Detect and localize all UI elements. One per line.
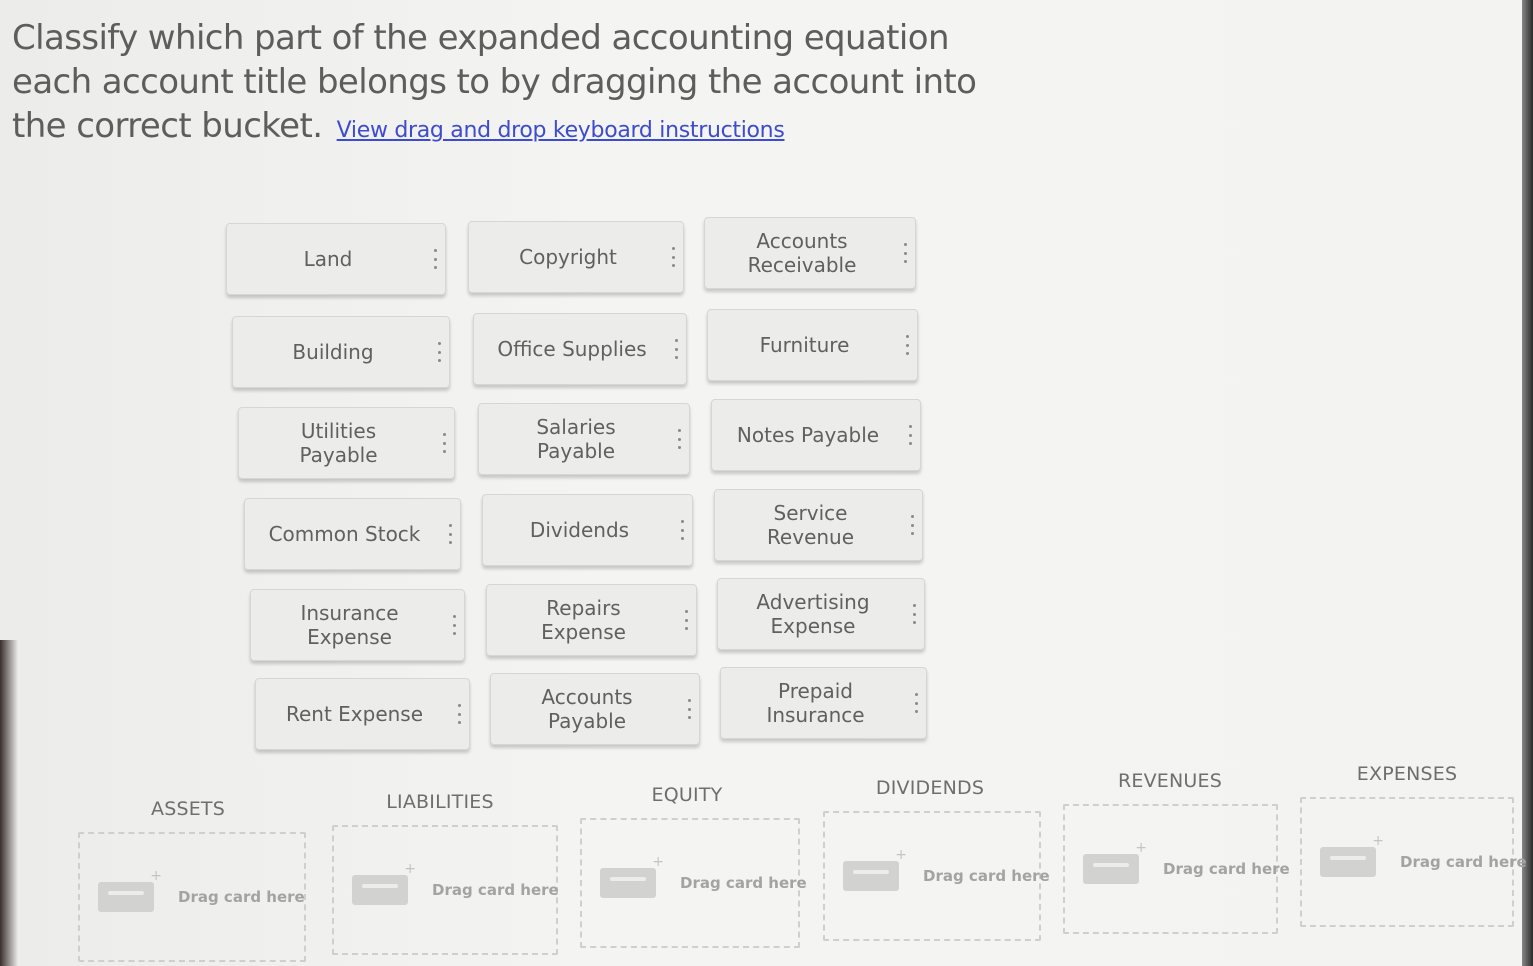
instructions: Classify which part of the expanded acco… bbox=[12, 16, 1012, 153]
drag-handle-icon[interactable] bbox=[437, 342, 441, 362]
add-card-icon bbox=[600, 854, 664, 898]
drag-handle-icon[interactable] bbox=[687, 699, 691, 719]
bucket-title-assets: ASSETS bbox=[151, 798, 225, 820]
account-card-insurance-expense[interactable]: Insurance Expense bbox=[250, 589, 465, 661]
card-label: Accounts Receivable bbox=[747, 229, 857, 277]
account-card-common-stock[interactable]: Common Stock bbox=[244, 498, 461, 570]
drag-handle-icon[interactable] bbox=[912, 604, 916, 624]
account-card-rent-expense[interactable]: Rent Expense bbox=[255, 678, 470, 750]
card-label: Accounts Payable bbox=[541, 685, 633, 733]
card-label: Rent Expense bbox=[285, 702, 424, 726]
card-label: Advertising Expense bbox=[756, 590, 870, 638]
card-label: Service Revenue bbox=[766, 501, 855, 549]
dropzone-expenses[interactable]: Drag card here bbox=[1300, 797, 1527, 927]
card-label: Utilities Payable bbox=[299, 419, 378, 467]
account-card-salaries-payable[interactable]: Salaries Payable bbox=[478, 403, 690, 475]
screen-bezel-left bbox=[0, 640, 18, 966]
drag-handle-icon[interactable] bbox=[908, 425, 912, 445]
dropzone-dividends[interactable]: Drag card here bbox=[823, 811, 1050, 941]
dropzone-hint: Drag card here bbox=[98, 868, 305, 912]
account-card-dividends[interactable]: Dividends bbox=[482, 494, 693, 566]
drag-handle-icon[interactable] bbox=[433, 249, 437, 269]
bucket-title-expenses: EXPENSES bbox=[1356, 763, 1458, 785]
dropzone-hint-text: Drag card here bbox=[432, 881, 559, 899]
screen-bezel-right bbox=[1522, 0, 1533, 966]
drag-handle-icon[interactable] bbox=[905, 335, 909, 355]
drag-handle-icon[interactable] bbox=[452, 615, 456, 635]
drag-handle-icon[interactable] bbox=[442, 433, 446, 453]
account-card-copyright[interactable]: Copyright bbox=[468, 221, 684, 293]
card-label: Prepaid Insurance bbox=[766, 679, 865, 727]
card-label: Common Stock bbox=[268, 522, 421, 546]
card-label: Repairs Expense bbox=[541, 596, 626, 644]
dropzone-hint: Drag card here bbox=[1320, 833, 1527, 877]
add-card-icon bbox=[98, 868, 162, 912]
dropzone-hint-text: Drag card here bbox=[680, 874, 807, 892]
dropzone-hint-text: Drag card here bbox=[1400, 853, 1527, 871]
account-card-service-revenue[interactable]: Service Revenue bbox=[714, 489, 923, 561]
drag-handle-icon[interactable] bbox=[680, 520, 684, 540]
account-card-accounts-payable[interactable]: Accounts Payable bbox=[490, 673, 700, 745]
card-label: Insurance Expense bbox=[300, 601, 399, 649]
card-label: Notes Payable bbox=[736, 423, 880, 447]
drag-handle-icon[interactable] bbox=[910, 515, 914, 535]
account-card-utilities-payable[interactable]: Utilities Payable bbox=[238, 407, 455, 479]
page: Classify which part of the expanded acco… bbox=[0, 0, 1533, 966]
bucket-title-equity: EQUITY bbox=[651, 784, 723, 806]
dropzone-assets[interactable]: Drag card here bbox=[78, 832, 306, 962]
dropzone-equity[interactable]: Drag card here bbox=[580, 818, 807, 948]
add-card-icon bbox=[352, 861, 416, 905]
card-label: Dividends bbox=[529, 518, 630, 542]
drag-handle-icon[interactable] bbox=[677, 429, 681, 449]
drag-handle-icon[interactable] bbox=[674, 339, 678, 359]
dropzone-hint: Drag card here bbox=[1083, 840, 1290, 884]
account-card-furniture[interactable]: Furniture bbox=[707, 309, 918, 381]
card-label: Salaries Payable bbox=[536, 415, 616, 463]
account-card-notes-payable[interactable]: Notes Payable bbox=[711, 399, 921, 471]
card-label: Furniture bbox=[759, 333, 850, 357]
card-label: Building bbox=[292, 340, 374, 364]
dropzone-hint: Drag card here bbox=[600, 854, 807, 898]
drag-handle-icon[interactable] bbox=[448, 524, 452, 544]
dropzone-hint-text: Drag card here bbox=[1163, 860, 1290, 878]
account-card-land[interactable]: Land bbox=[226, 223, 446, 295]
card-label: Copyright bbox=[519, 245, 617, 269]
drag-handle-icon[interactable] bbox=[457, 704, 461, 724]
bucket-title-revenues: REVENUES bbox=[1118, 770, 1222, 792]
dropzone-hint: Drag card here bbox=[352, 861, 559, 905]
drag-handle-icon[interactable] bbox=[914, 693, 918, 713]
drag-handle-icon[interactable] bbox=[903, 243, 907, 263]
card-label: Office Supplies bbox=[497, 337, 647, 361]
account-card-office-supplies[interactable]: Office Supplies bbox=[473, 313, 687, 385]
keyboard-instructions-link[interactable]: View drag and drop keyboard instructions bbox=[337, 118, 785, 143]
drag-handle-icon[interactable] bbox=[684, 610, 688, 630]
dropzone-revenues[interactable]: Drag card here bbox=[1063, 804, 1290, 934]
add-card-icon bbox=[843, 847, 907, 891]
drag-handle-icon[interactable] bbox=[671, 247, 675, 267]
account-card-prepaid-insurance[interactable]: Prepaid Insurance bbox=[720, 667, 927, 739]
dropzone-hint-text: Drag card here bbox=[178, 888, 305, 906]
dropzone-hint: Drag card here bbox=[843, 847, 1050, 891]
bucket-title-dividends: DIVIDENDS bbox=[875, 777, 985, 799]
account-card-building[interactable]: Building bbox=[232, 316, 450, 388]
bucket-title-liabilities: LIABILITIES bbox=[386, 791, 494, 813]
add-card-icon bbox=[1320, 833, 1384, 877]
dropzone-liabilities[interactable]: Drag card here bbox=[332, 825, 559, 955]
card-label: Land bbox=[303, 247, 353, 271]
dropzone-hint-text: Drag card here bbox=[923, 867, 1050, 885]
account-card-repairs-expense[interactable]: Repairs Expense bbox=[486, 584, 697, 656]
account-card-advertising-expense[interactable]: Advertising Expense bbox=[717, 578, 925, 650]
account-card-accounts-receivable[interactable]: Accounts Receivable bbox=[704, 217, 916, 289]
add-card-icon bbox=[1083, 840, 1147, 884]
